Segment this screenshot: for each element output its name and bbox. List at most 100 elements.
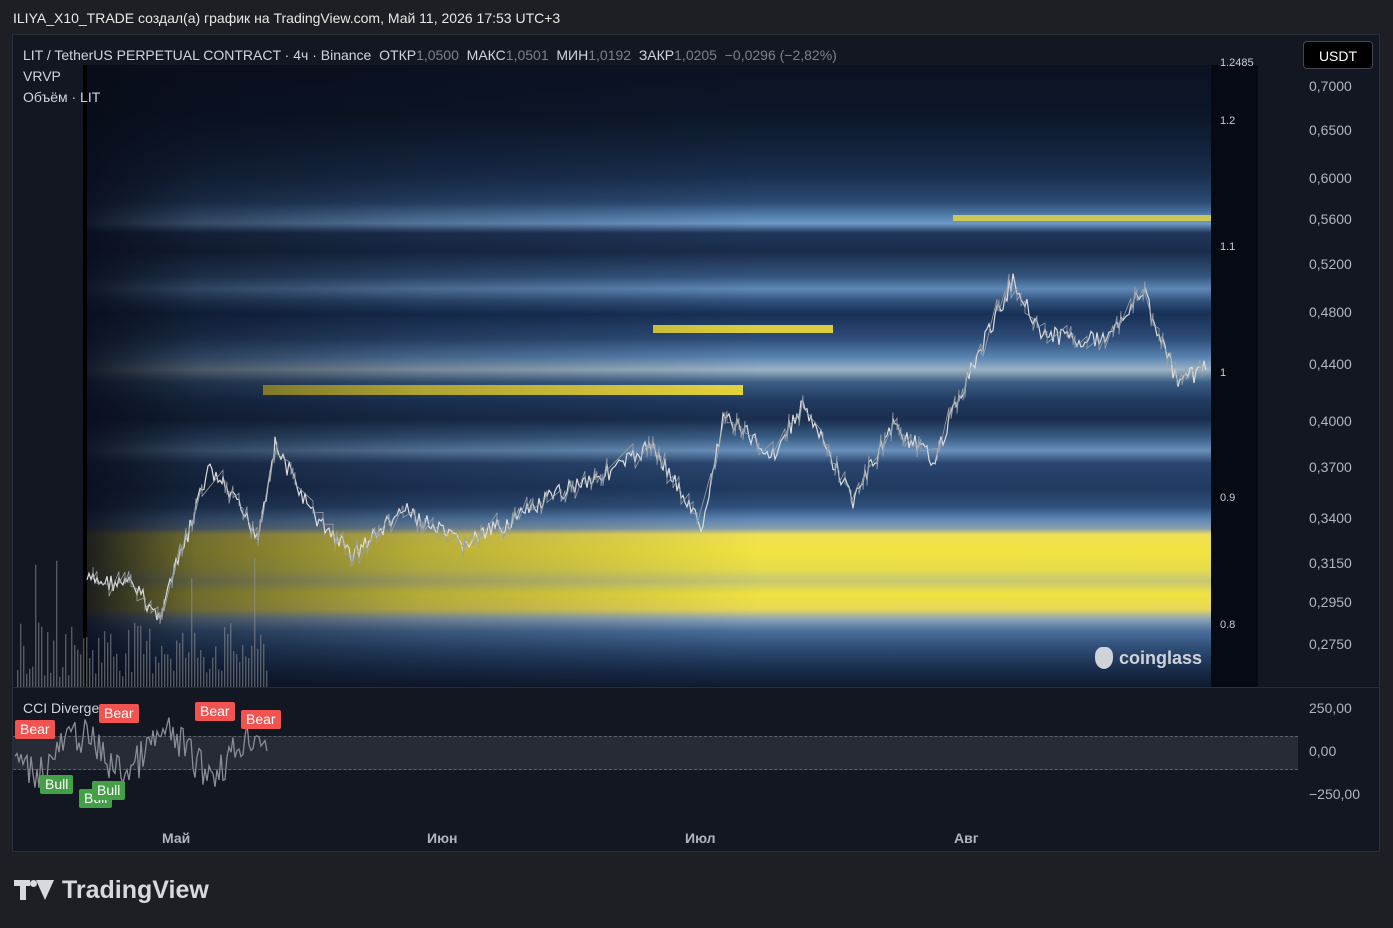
price-axis-label: 0,4800 — [1309, 304, 1352, 320]
volume-bar — [263, 644, 265, 687]
volume-bar — [59, 676, 61, 687]
volume-bar — [185, 657, 187, 687]
volume-bar — [227, 633, 229, 687]
volume-bar — [35, 564, 37, 687]
volume-bar — [194, 632, 196, 687]
volume-bar — [50, 672, 52, 687]
cci-pane[interactable]: CCI Divergence Bear Bear Bear Bear Bull … — [13, 688, 1303, 818]
bull-badge: Bull — [92, 781, 126, 800]
time-axis-label: Июл — [685, 830, 716, 846]
volume-bar — [188, 652, 190, 687]
volume-bar — [65, 634, 67, 687]
bull-badge: Bull — [40, 775, 74, 794]
volume-bar — [233, 651, 235, 687]
volume-bar — [242, 645, 244, 687]
volume-bar — [245, 656, 247, 687]
price-axis-label: 0,3700 — [1309, 459, 1352, 475]
high-label: МАКС — [466, 47, 506, 63]
volume-bar — [77, 649, 79, 687]
open-label: ОТКР — [379, 47, 417, 63]
price-axis-label: 0,6500 — [1309, 122, 1352, 138]
indicator-volume[interactable]: Объём · LIT — [23, 87, 837, 108]
volume-bar — [173, 670, 175, 687]
volume-bar — [218, 669, 220, 687]
volume-bar — [32, 666, 34, 687]
price-wicks — [92, 273, 1203, 625]
bear-badge: Bear — [15, 720, 55, 739]
volume-bar — [191, 578, 193, 687]
volume-bar — [107, 642, 109, 687]
volume-bar — [140, 625, 142, 687]
volume-bar — [236, 654, 238, 687]
price-axis-label: 0,4000 — [1309, 413, 1352, 429]
volume-bar — [212, 657, 214, 687]
volume-bar — [131, 672, 133, 687]
volume-bar — [182, 632, 184, 687]
volume-bar — [206, 672, 208, 687]
open-value: 1,0500 — [416, 47, 459, 63]
price-axis-label: 0,2750 — [1309, 636, 1352, 652]
volume-bar — [209, 668, 211, 687]
volume-bar — [110, 633, 112, 687]
volume-bar — [146, 640, 148, 687]
tradingview-logo[interactable]: TradingView — [14, 876, 209, 905]
volume-bar — [53, 640, 55, 687]
volume-bar — [23, 645, 25, 687]
volume-bar — [152, 673, 154, 687]
symbol-title[interactable]: LIT / TetherUS PERPETUAL CONTRACT · 4ч ·… — [23, 47, 371, 63]
volume-bar — [257, 648, 259, 687]
volume-bar — [266, 670, 268, 687]
time-axis-label: Июн — [427, 830, 458, 846]
volume-bar — [98, 637, 100, 687]
volume-bar — [104, 631, 106, 687]
volume-bar — [203, 657, 205, 687]
price-axis-label: 0,2950 — [1309, 594, 1352, 610]
cci-axis-label: 250,00 — [1309, 700, 1352, 716]
volume-bar — [137, 625, 139, 687]
coinglass-logo-icon — [1095, 647, 1113, 669]
tradingview-brand: TradingView — [62, 876, 209, 904]
cci-axis-label: −250,00 — [1309, 786, 1360, 802]
volume-bar — [134, 622, 136, 687]
change-value: −0,0296 (−2,82%) — [724, 47, 837, 63]
cci-axis-label: 0,00 — [1309, 743, 1337, 759]
volume-bar — [143, 653, 145, 687]
currency-button[interactable]: USDT — [1303, 41, 1373, 69]
price-chart[interactable] — [13, 65, 1303, 687]
indicator-vrvp[interactable]: VRVP — [23, 66, 837, 87]
volume-bar — [179, 643, 181, 687]
volume-bar — [167, 654, 169, 687]
volume-bar — [116, 653, 118, 687]
volume-bar — [149, 628, 151, 687]
time-axis-label: Май — [162, 830, 191, 846]
volume-bar — [125, 653, 127, 687]
volume-bar — [170, 658, 172, 687]
volume-bar — [95, 673, 97, 687]
volume-bar — [56, 560, 58, 687]
chart-legend: LIT / TetherUS PERPETUAL CONTRACT · 4ч ·… — [23, 45, 837, 108]
volume-bar — [158, 662, 160, 687]
volume-bar — [230, 623, 232, 687]
volume-bar — [122, 676, 124, 687]
coinglass-text: coinglass — [1119, 647, 1203, 668]
volume-bar — [20, 623, 22, 687]
coinglass-watermark: coinglass — [1095, 647, 1202, 669]
symbol-legend-row[interactable]: LIT / TetherUS PERPETUAL CONTRACT · 4ч ·… — [23, 45, 837, 66]
volume-bar — [68, 675, 70, 687]
chart-frame[interactable]: LIT / TetherUS PERPETUAL CONTRACT · 4ч ·… — [12, 34, 1380, 852]
volume-bar — [251, 645, 253, 687]
close-label: ЗАКР — [638, 47, 675, 63]
volume-bar — [89, 658, 91, 687]
volume-bar — [155, 656, 157, 687]
volume-bar — [26, 673, 28, 687]
volume-bar — [74, 645, 76, 687]
volume-bars — [17, 557, 268, 687]
volume-bar — [113, 656, 115, 687]
volume-bar — [221, 670, 223, 687]
high-value: 1,0501 — [505, 47, 549, 63]
volume-bar — [86, 636, 88, 687]
price-axis-label: 0,5200 — [1309, 256, 1352, 272]
price-axis-label: 0,3400 — [1309, 510, 1352, 526]
price-axis-label: 0,4400 — [1309, 356, 1352, 372]
volume-bar — [71, 626, 73, 687]
